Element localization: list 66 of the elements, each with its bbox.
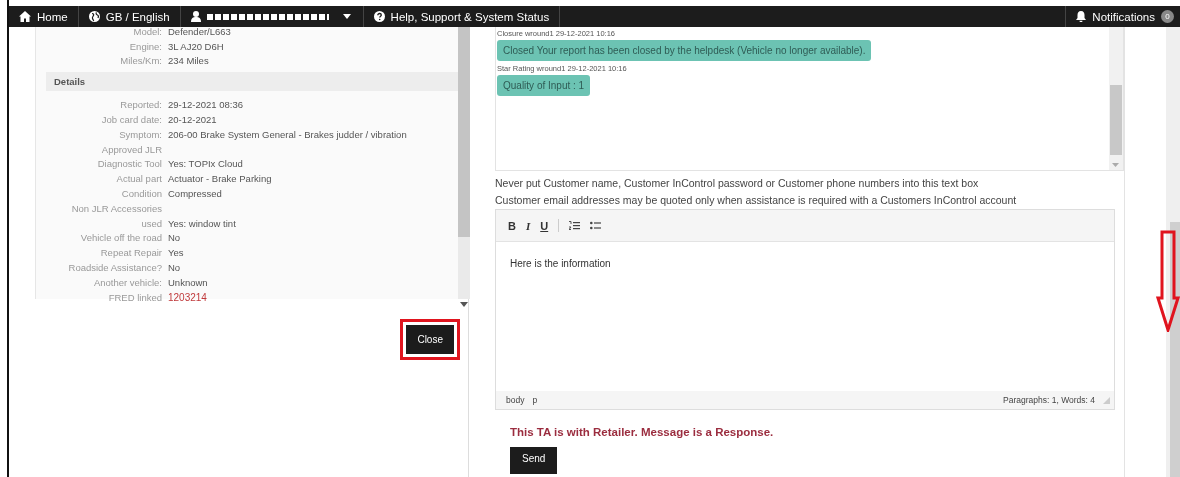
notice-text: Customer email addresses may be quoted only when assistance is required with a Customers InControl account: [495, 194, 1018, 206]
field-label: Job card date:: [100, 114, 163, 126]
field-label: Model:: [132, 25, 163, 37]
field-label: Roadside Assistance?: [67, 262, 163, 274]
bullet-list-icon: [590, 221, 602, 230]
field-value: Defender/L663: [168, 25, 231, 37]
field-label: Miles/Km:: [119, 55, 163, 67]
send-button[interactable]: Send: [510, 447, 558, 474]
field-value: No: [168, 262, 181, 274]
field-value: Yes: [168, 247, 184, 259]
nav-link[interactable]: GB / English: [105, 10, 170, 23]
section-heading: Details: [46, 72, 458, 92]
message-bubble: Closed Your report has been closed by the helpdesk (Vehicle no longer available).: [497, 40, 872, 61]
field-value: 20-12-2021: [168, 114, 217, 126]
help-icon: [373, 11, 385, 22]
editor-text: Here is the information: [510, 258, 612, 269]
element-path[interactable]: p: [532, 395, 538, 405]
element-path[interactable]: body: [506, 395, 525, 405]
field-value: 29-12-2021 08:36: [168, 99, 243, 111]
nav-link[interactable]: Help, Support & System Status: [390, 10, 550, 23]
field-label: Vehicle off the road: [79, 232, 163, 244]
field-value: No: [168, 232, 181, 244]
field-label: Another vehicle:: [92, 276, 163, 288]
italic-button[interactable]: I: [525, 219, 531, 232]
field-label: FRED linked: [107, 291, 163, 303]
field-label: used: [140, 217, 163, 229]
field-label: Engine:: [128, 40, 163, 52]
field-value: Unknown: [168, 276, 208, 288]
notice-text: Never put Customer name, Customer InControl password or Customer phone numbers into this text box: [495, 177, 980, 189]
scroll-down-icon: [1112, 163, 1119, 167]
resize-handle-icon: [1103, 396, 1110, 404]
globe-icon: [88, 11, 100, 22]
field-label: Non JLR Accessories: [70, 202, 163, 214]
nav-link[interactable]: Home: [37, 10, 68, 23]
notification-count: 0: [1161, 10, 1174, 23]
field-label: Symptom:: [118, 128, 163, 140]
notifications-link[interactable]: Notifications: [1092, 10, 1155, 23]
status-message: This TA is with Retailer. Message is a Response.: [510, 426, 775, 438]
field-label: Repeat Repair: [99, 247, 163, 259]
field-value: 234 Miles: [168, 55, 209, 67]
scrollbar[interactable]: [458, 27, 470, 299]
home-icon: [19, 11, 31, 22]
message-bubble: Quality of Input : 1: [497, 75, 591, 96]
bell-icon: [1076, 11, 1087, 22]
underline-button[interactable]: U: [540, 219, 549, 232]
page-scrollbar[interactable]: [1166, 27, 1180, 477]
record-link[interactable]: 1203214: [168, 291, 207, 303]
user-icon: [190, 11, 201, 22]
field-label: Condition: [120, 188, 163, 200]
bold-button[interactable]: B: [508, 219, 516, 232]
field-value: Yes: window tint: [168, 217, 236, 229]
scroll-down-icon: [460, 302, 468, 307]
close-button[interactable]: Close: [406, 325, 454, 354]
field-value: Actuator - Brake Parking: [168, 173, 272, 185]
field-value: 206-00 Brake System General - Brakes judder / vibration: [168, 128, 407, 140]
numbered-list-icon: [569, 221, 581, 230]
field-label: Reported:: [119, 99, 163, 111]
field-label: Actual part: [115, 173, 163, 185]
word-count: Paragraphs: 1, Words: 4: [1003, 395, 1095, 405]
field-value: 3L AJ20 D6H: [168, 40, 224, 52]
field-value: Yes: TOPIx Cloud: [168, 158, 243, 170]
scrollbar[interactable]: [1109, 27, 1123, 170]
field-label: Diagnostic Tool: [96, 158, 163, 170]
field-label: Approved JLR: [100, 143, 163, 155]
field-value: Compressed: [168, 188, 222, 200]
caret-icon: [342, 14, 351, 19]
